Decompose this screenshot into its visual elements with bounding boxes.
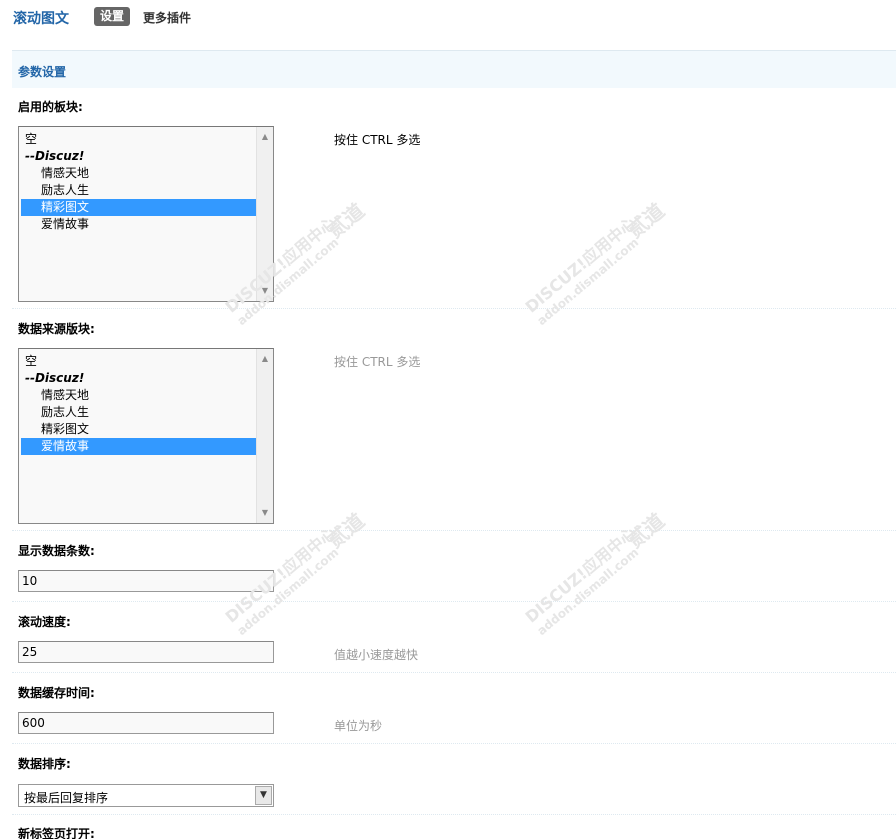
new-tab-label: 新标签页打开: [18, 827, 95, 839]
row-divider [12, 530, 896, 531]
list-option[interactable]: 情感天地 [21, 387, 257, 404]
row-divider [12, 743, 896, 744]
chevron-down-icon[interactable]: ▼ [255, 786, 272, 805]
list-option[interactable]: 空 [21, 131, 257, 148]
sort-order-select[interactable]: 按最后回复排序 ▼ [18, 784, 274, 807]
listbox-scrollbar[interactable]: ▲ ▼ [256, 349, 273, 523]
scroll-speed-label: 滚动速度: [18, 615, 71, 629]
list-option[interactable]: 情感天地 [21, 165, 257, 182]
section-header: 参数设置 [12, 50, 896, 88]
scroll-down-icon[interactable]: ▼ [257, 283, 273, 299]
source-boards-label: 数据来源版块: [18, 322, 95, 336]
listbox-scrollbar[interactable]: ▲ ▼ [256, 127, 273, 301]
enabled-boards-label: 启用的板块: [18, 100, 83, 114]
list-option[interactable]: 精彩图文 [21, 199, 257, 216]
list-option[interactable]: --Discuz! [21, 370, 257, 387]
source-boards-options: 空 --Discuz! 情感天地 励志人生 精彩图文 爱情故事 [19, 353, 257, 455]
source-boards-listbox[interactable]: 空 --Discuz! 情感天地 励志人生 精彩图文 爱情故事 ▲ ▼ [18, 348, 274, 524]
tab-settings[interactable]: 设置 [94, 7, 131, 26]
list-option[interactable]: 精彩图文 [21, 421, 257, 438]
row-divider [12, 601, 896, 602]
list-option[interactable]: 爱情故事 [21, 438, 257, 455]
scroll-up-icon[interactable]: ▲ [257, 351, 273, 367]
scroll-up-icon[interactable]: ▲ [257, 129, 273, 145]
enabled-boards-note: 按住 CTRL 多选 [334, 133, 421, 147]
watermark-logo: 贰道 [322, 198, 369, 243]
cache-time-input[interactable]: 600 [18, 712, 274, 734]
source-boards-note: 按住 CTRL 多选 [334, 355, 421, 369]
cache-time-label: 数据缓存时间: [18, 686, 95, 700]
watermark-logo: 贰道 [622, 198, 669, 243]
scroll-down-icon[interactable]: ▼ [257, 505, 273, 521]
item-count-label: 显示数据条数: [18, 544, 95, 558]
cache-time-note: 单位为秒 [334, 719, 383, 733]
scroll-speed-note: 值越小速度越快 [334, 648, 419, 662]
list-option[interactable]: 爱情故事 [21, 216, 257, 233]
sort-order-label: 数据排序: [18, 757, 71, 771]
top-bar: 滚动图文 设置 更多插件 [0, 0, 896, 36]
item-count-input[interactable]: 10 [18, 570, 274, 592]
row-divider [12, 814, 896, 815]
enabled-boards-listbox[interactable]: 空 --Discuz! 情感天地 励志人生 精彩图文 爱情故事 ▲ ▼ [18, 126, 274, 302]
tab-more-plugins[interactable]: 更多插件 [143, 9, 191, 26]
row-divider [12, 672, 896, 673]
enabled-boards-options: 空 --Discuz! 情感天地 励志人生 精彩图文 爱情故事 [19, 131, 257, 233]
row-divider [12, 308, 896, 309]
sort-order-value: 按最后回复排序 [24, 791, 109, 805]
plugin-title[interactable]: 滚动图文 [13, 8, 69, 28]
list-option[interactable]: 励志人生 [21, 182, 257, 199]
list-option[interactable]: --Discuz! [21, 148, 257, 165]
watermark-logo: DISCUZ!应用中心 addon.dismall.com [521, 523, 642, 639]
list-option[interactable]: 励志人生 [21, 404, 257, 421]
scroll-speed-input[interactable]: 25 [18, 641, 274, 663]
watermark-logo: DISCUZ!应用中心 addon.dismall.com [521, 213, 642, 329]
section-title: 参数设置 [18, 65, 67, 79]
list-option[interactable]: 空 [21, 353, 257, 370]
